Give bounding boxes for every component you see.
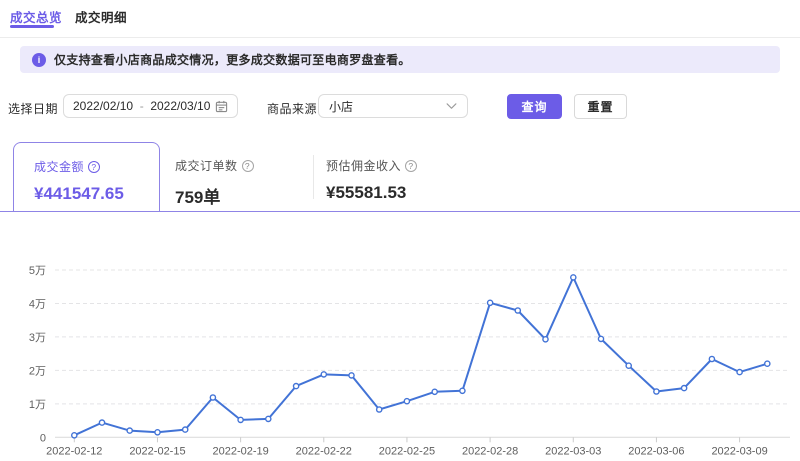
tab-transaction-overview[interactable]: 成交总览	[10, 7, 62, 26]
stat-label: 成交订单数	[175, 157, 238, 174]
date-range-input[interactable]: 2022/02/10 - 2022/03/10	[63, 94, 238, 118]
svg-text:2022-02-15: 2022-02-15	[129, 445, 185, 457]
svg-text:5万: 5万	[29, 265, 46, 277]
tab-label: 成交总览	[10, 11, 62, 25]
filter-bar: 选择日期 2022/02/10 - 2022/03/10 商品来源 小店 查询 …	[0, 94, 800, 120]
chevron-down-icon	[446, 103, 457, 110]
query-button[interactable]: 查询	[507, 94, 562, 119]
stat-value: ¥55581.53	[326, 183, 417, 203]
date-separator: -	[140, 99, 144, 113]
tab-transaction-detail[interactable]: 成交明细	[75, 7, 127, 26]
source-select[interactable]: 小店	[318, 94, 468, 118]
reset-button[interactable]: 重置	[574, 94, 627, 119]
stat-value: 759单	[175, 183, 254, 208]
tab-label: 成交明细	[75, 11, 127, 25]
source-label: 商品来源	[267, 100, 317, 117]
stat-card-transaction-amount[interactable]: 成交金额 ? ¥441547.65	[13, 142, 160, 211]
date-label: 选择日期	[8, 100, 58, 117]
help-icon[interactable]: ?	[242, 160, 254, 172]
svg-text:2022-03-09: 2022-03-09	[711, 445, 767, 457]
svg-text:2022-03-03: 2022-03-03	[545, 445, 601, 457]
info-banner: i 仅支持查看小店商品成交情况，更多成交数据可至电商罗盘查看。	[20, 46, 780, 73]
calendar-icon	[215, 100, 228, 113]
svg-text:0: 0	[40, 432, 46, 444]
svg-text:2022-03-06: 2022-03-06	[628, 445, 684, 457]
svg-text:2022-02-28: 2022-02-28	[462, 445, 518, 457]
transactions-line-chart: 0 1万 2万 3万 4万 5万 2022-02-12 2022-02-15 2022-02-1…	[0, 240, 800, 461]
help-icon[interactable]: ?	[88, 161, 100, 173]
tab-bar: 成交总览 成交明细	[0, 0, 800, 38]
svg-text:4万: 4万	[29, 298, 46, 310]
active-tab-indicator	[10, 25, 54, 28]
info-icon: i	[32, 53, 46, 67]
stat-value: ¥441547.65	[34, 184, 159, 204]
svg-text:2022-02-22: 2022-02-22	[296, 445, 352, 457]
stat-card-order-count[interactable]: 成交订单数 ? 759单	[175, 157, 254, 208]
svg-text:3万: 3万	[29, 332, 46, 344]
source-select-value: 小店	[329, 98, 353, 115]
stat-label: 成交金额	[34, 158, 84, 175]
svg-text:2万: 2万	[29, 365, 46, 377]
date-end-value: 2022/03/10	[150, 99, 210, 113]
svg-text:2022-02-12: 2022-02-12	[46, 445, 102, 457]
banner-text: 仅支持查看小店商品成交情况，更多成交数据可至电商罗盘查看。	[54, 51, 411, 68]
date-start-value: 2022/02/10	[73, 99, 133, 113]
stats-underline	[0, 211, 800, 212]
help-icon[interactable]: ?	[405, 160, 417, 172]
stat-label: 预估佣金收入	[326, 157, 401, 174]
transaction-overview-page: 成交总览 成交明细 i 仅支持查看小店商品成交情况，更多成交数据可至电商罗盘查看…	[0, 0, 800, 461]
stat-card-commission-income[interactable]: 预估佣金收入 ? ¥55581.53	[326, 157, 417, 203]
svg-text:1万: 1万	[29, 399, 46, 411]
svg-text:2022-02-25: 2022-02-25	[379, 445, 435, 457]
card-divider	[313, 155, 314, 199]
svg-text:2022-02-19: 2022-02-19	[212, 445, 268, 457]
